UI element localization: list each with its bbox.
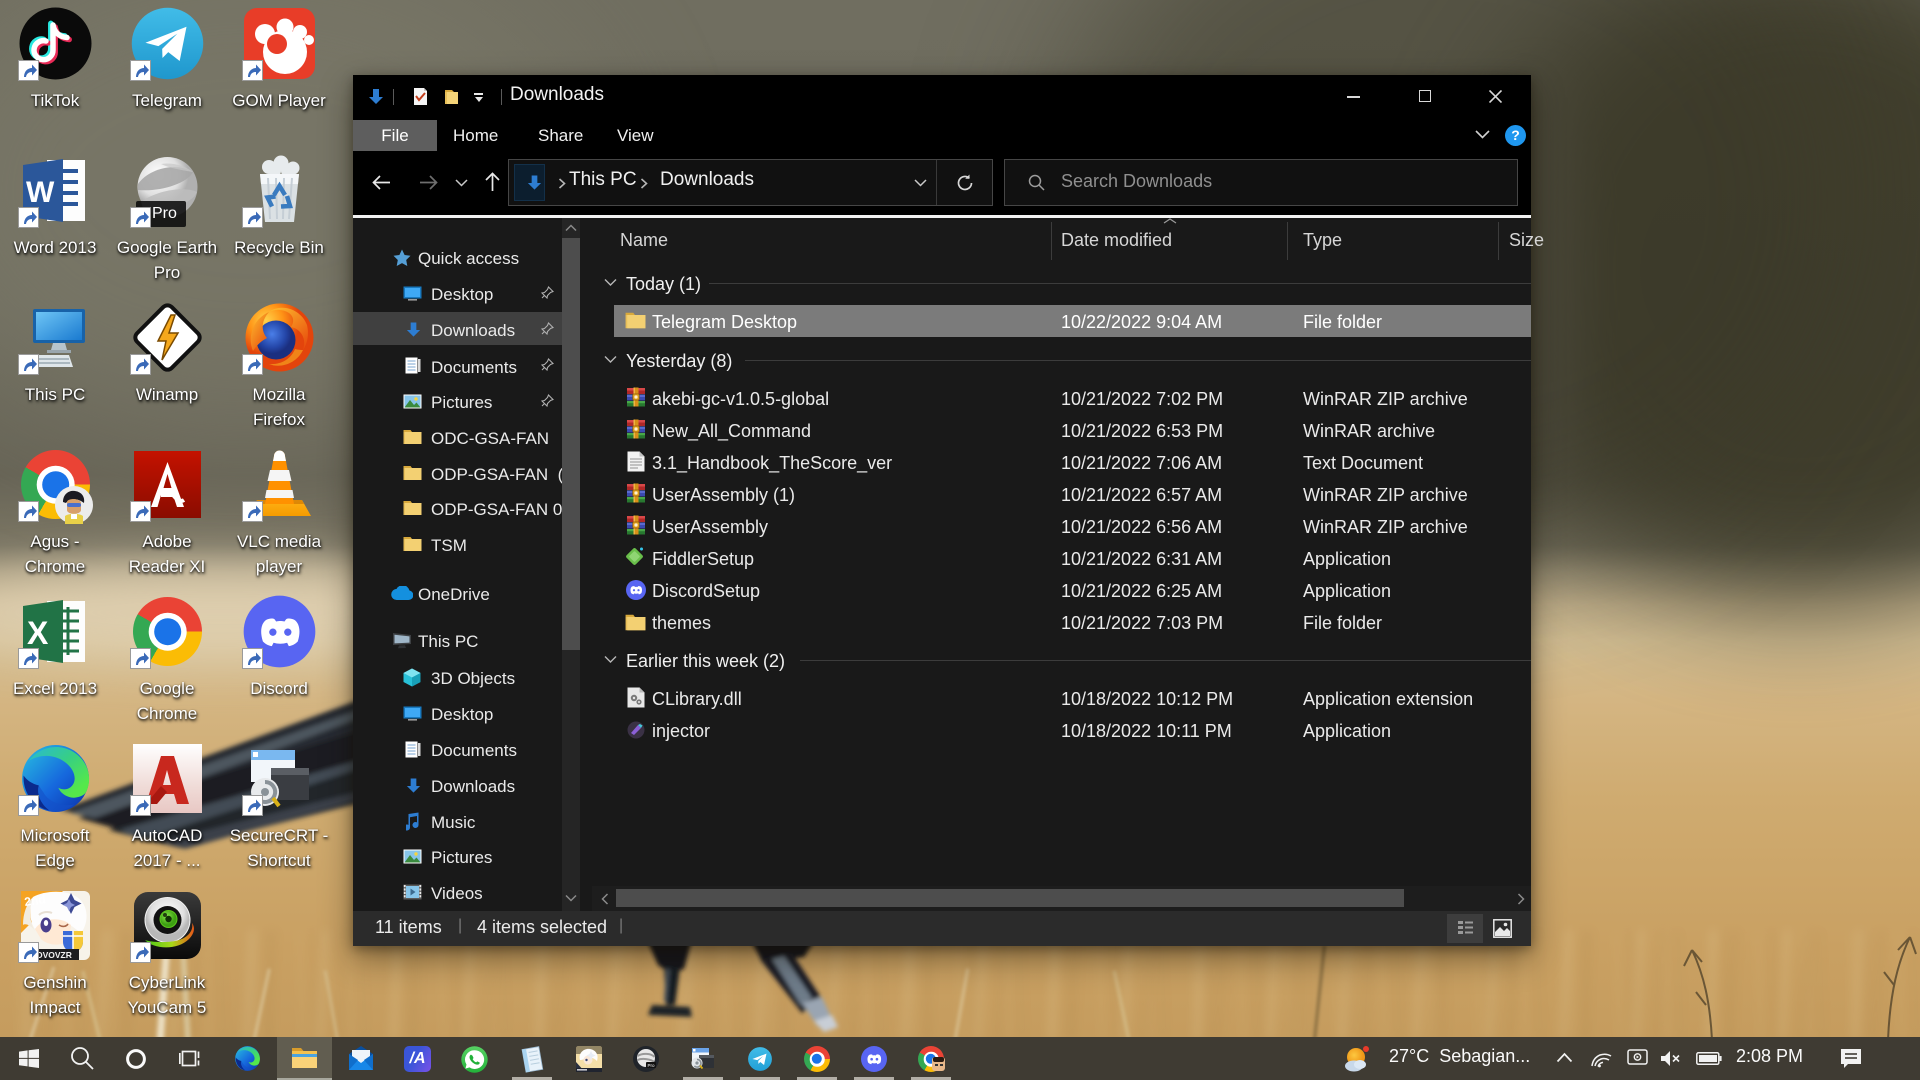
svg-text:OVOVZR: OVOVZR [36, 950, 72, 960]
svg-text:W: W [26, 176, 55, 209]
svg-text:X: X [27, 615, 49, 651]
svg-text:Pro: Pro [648, 1063, 656, 1068]
svg-text:2nd: 2nd [23, 892, 46, 909]
